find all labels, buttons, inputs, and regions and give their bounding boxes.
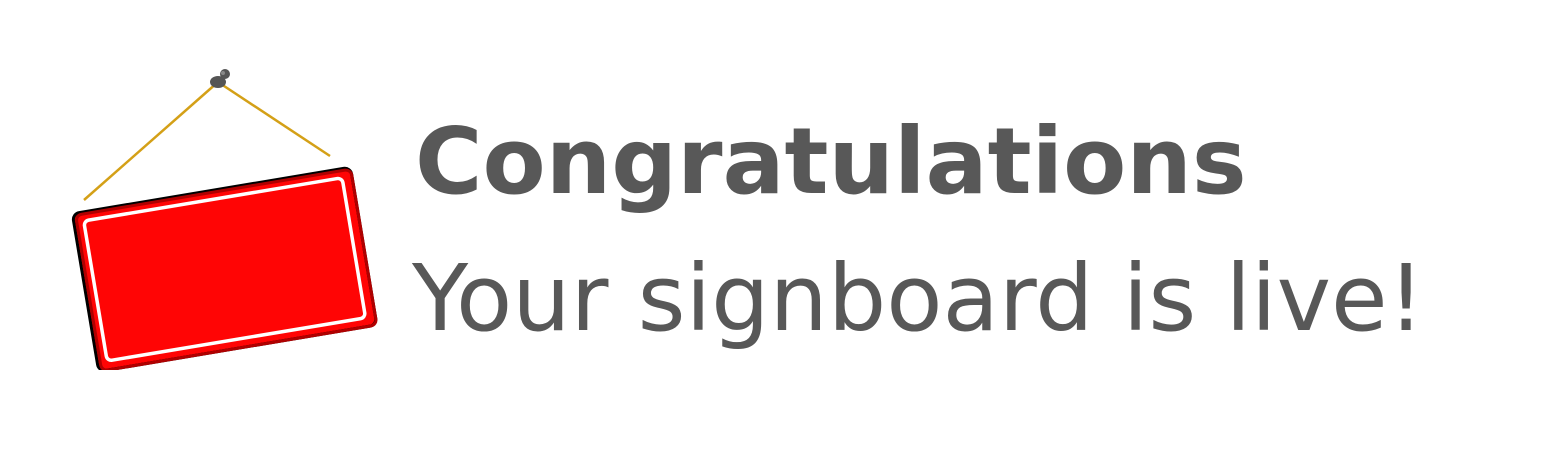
sign-string-left: [83, 81, 219, 201]
hanging-signboard-icon: [71, 69, 378, 370]
push-pin-icon: [210, 69, 230, 88]
congratulations-banner: Congratulations Your signboard is live!: [0, 0, 1542, 458]
page-title: Congratulations: [415, 108, 1247, 215]
sign-string-right: [217, 80, 331, 158]
signboard: [71, 166, 378, 370]
status-message: Your signboard is live!: [412, 245, 1425, 352]
